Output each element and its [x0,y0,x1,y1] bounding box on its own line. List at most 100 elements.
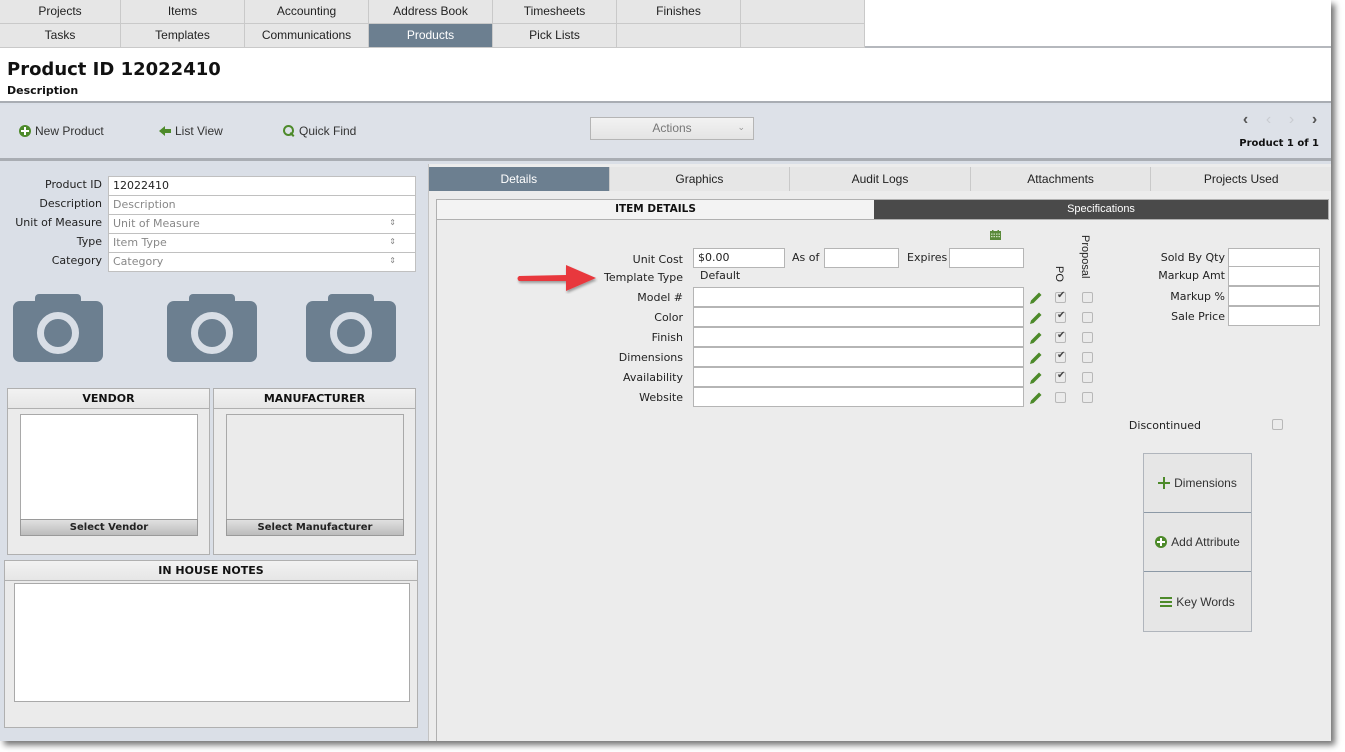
proposal-checkbox[interactable] [1082,332,1093,343]
type-row: Type Item Type ⇕ [0,233,424,253]
tab-details[interactable]: Details [429,167,610,191]
key-words-button[interactable]: Key Words [1144,572,1251,631]
tab-attachments[interactable]: Attachments [971,167,1152,191]
sale-price-label: Sale Price [1171,310,1225,323]
nav-empty-cell [741,24,865,48]
template-type-value[interactable]: Default [693,267,1024,287]
pencil-icon[interactable] [1029,351,1043,365]
attribute-input[interactable] [693,387,1024,407]
left-panel: Product ID 12022410 Description Descript… [0,164,424,741]
proposal-checkbox[interactable] [1082,312,1093,323]
description-input[interactable]: Description [108,195,416,215]
subtab-specifications[interactable]: Specifications [874,200,1328,219]
previous-record-icon[interactable]: ‹ [1262,111,1275,131]
camera-icon[interactable] [306,294,396,362]
nav-finishes[interactable]: Finishes [617,0,741,24]
nav-tasks[interactable]: Tasks [0,24,121,48]
pencil-icon[interactable] [1029,331,1043,345]
attribute-input[interactable] [693,327,1024,347]
camera-icon[interactable] [13,294,103,362]
in-house-notes-textarea[interactable] [14,583,410,702]
select-arrows-icon: ⇕ [389,237,396,246]
select-vendor-button[interactable]: Select Vendor [20,519,198,536]
nav-products[interactable]: Products [369,24,493,48]
unit-of-measure-select[interactable]: Unit of Measure [108,214,416,234]
proposal-checkbox[interactable] [1082,352,1093,363]
tab-graphics[interactable]: Graphics [610,167,791,191]
annotation-arrow-icon [517,265,596,291]
markup-pct-label: Markup % [1170,290,1225,303]
dimensions-button-label: Dimensions [1174,476,1237,490]
expires-input[interactable] [949,248,1024,268]
po-column-header: PO [1053,266,1065,282]
po-checkbox[interactable] [1055,392,1066,403]
item-details-content: Unit Cost $0.00 As of Expires Template T… [436,220,1329,741]
product-id-label: Product ID [45,178,102,191]
attribute-input[interactable] [693,287,1024,307]
po-checkbox[interactable] [1055,330,1066,343]
pencil-icon[interactable] [1029,391,1043,405]
discontinued-checkbox[interactable] [1272,419,1283,430]
pager-status: Product 1 of 1 [1239,138,1319,149]
attribute-input[interactable] [693,307,1024,327]
sale-price-input[interactable] [1228,306,1320,326]
category-select[interactable]: Category [108,252,416,272]
nav-templates[interactable]: Templates [121,24,245,48]
subtab-item-details[interactable]: ITEM DETAILS [437,200,874,219]
po-checkbox[interactable] [1055,350,1066,363]
unit-cost-input[interactable]: $0.00 [693,248,785,268]
last-record-icon[interactable]: › [1308,111,1321,131]
add-attribute-button[interactable]: Add Attribute [1144,513,1251,572]
first-record-icon[interactable]: ‹ [1239,111,1252,131]
list-view-button[interactable]: List View [159,124,223,138]
actions-dropdown[interactable]: Actions ⌄ [590,117,754,140]
nav-timesheets[interactable]: Timesheets [493,0,617,24]
camera-icon[interactable] [167,294,257,362]
nav-address-book[interactable]: Address Book [369,0,493,24]
nav-items[interactable]: Items [121,0,245,24]
proposal-checkbox[interactable] [1082,392,1093,403]
calendar-icon[interactable] [990,230,1001,240]
vendor-panel: VENDOR Select Vendor [7,388,210,555]
nav-accounting[interactable]: Accounting [245,0,369,24]
manufacturer-box: Select Manufacturer [226,414,404,536]
pencil-icon[interactable] [1029,371,1043,385]
attribute-input[interactable] [693,367,1024,387]
proposal-checkbox[interactable] [1082,292,1093,303]
toolbar: New Product List View Quick Find Actions… [0,105,1331,161]
as-of-input[interactable] [824,248,899,268]
list-view-label: List View [175,124,223,138]
quick-find-button[interactable]: Quick Find [283,124,356,138]
type-label: Type [76,235,102,248]
app-window: Projects Items Accounting Address Book T… [0,0,1331,741]
nav-pick-lists[interactable]: Pick Lists [493,24,617,48]
select-manufacturer-button[interactable]: Select Manufacturer [226,519,404,536]
product-id-input[interactable]: 12022410 [108,176,416,196]
nav-communications[interactable]: Communications [245,24,369,48]
type-select[interactable]: Item Type [108,233,416,253]
actions-label: Actions [652,121,692,135]
pencil-icon[interactable] [1029,311,1043,325]
tab-audit-logs[interactable]: Audit Logs [790,167,971,191]
in-house-notes-panel: IN HOUSE NOTES [4,560,418,728]
list-bars-icon [1160,596,1173,607]
nav-projects[interactable]: Projects [0,0,121,24]
tab-projects-used[interactable]: Projects Used [1151,167,1331,191]
po-checkbox[interactable] [1055,290,1066,303]
markup-amt-input[interactable] [1228,266,1320,286]
manufacturer-title: MANUFACTURER [214,389,415,409]
vendor-box: Select Vendor [20,414,198,536]
po-checkbox[interactable] [1055,370,1066,383]
proposal-checkbox[interactable] [1082,372,1093,383]
po-checkbox[interactable] [1055,310,1066,323]
category-row: Category Category ⇕ [0,252,424,272]
next-record-icon[interactable]: › [1285,111,1298,131]
dimensions-button[interactable]: Dimensions [1144,454,1251,513]
attribute-input[interactable] [693,347,1024,367]
markup-pct-input[interactable] [1228,286,1320,306]
new-product-button[interactable]: New Product [19,124,104,138]
attribute-label: Availability [623,371,683,384]
sold-by-qty-input[interactable] [1228,248,1320,268]
pencil-icon[interactable] [1029,291,1043,305]
nav-empty-cell [617,24,741,48]
